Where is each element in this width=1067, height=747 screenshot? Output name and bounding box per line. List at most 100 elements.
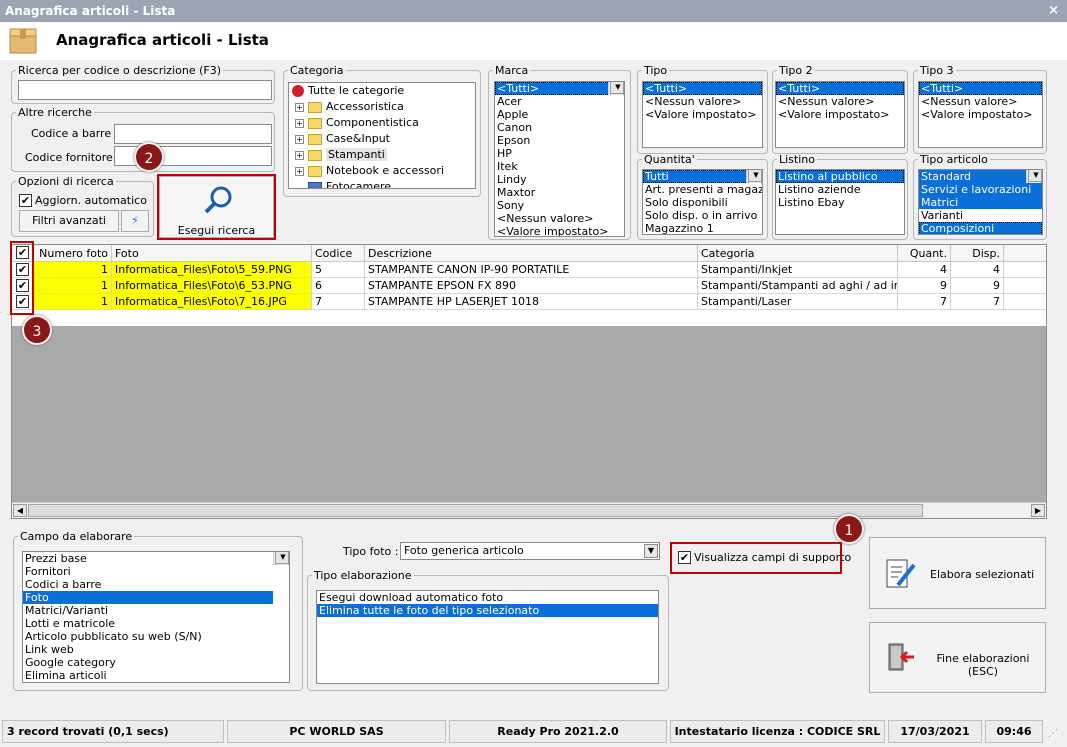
expand-icon[interactable]: + [295, 134, 304, 144]
expand-icon[interactable]: + [295, 150, 304, 160]
expand-icon[interactable]: + [295, 166, 304, 176]
list-item[interactable]: Listino aziende [776, 183, 904, 196]
list-item[interactable]: Acer [495, 95, 624, 108]
list-item[interactable]: <Tutti> [495, 82, 624, 95]
list-item[interactable]: Lindy [495, 173, 624, 186]
tree-item[interactable]: + Accessoristica [289, 99, 475, 115]
table-cell[interactable]: Informatica_Files\Foto\7_16.JPG [112, 294, 312, 310]
list-item[interactable]: <Valore impostato> [919, 108, 1042, 121]
column-header[interactable]: Foto [112, 245, 312, 262]
table-cell[interactable]: 9 [951, 278, 1004, 294]
auto-update-checkbox[interactable]: ✔ [19, 194, 32, 207]
column-header[interactable]: Quant. [898, 245, 951, 262]
articles-grid[interactable]: ✔ Numero foto Foto Codice Descrizione Ca… [11, 244, 1047, 519]
list-item[interactable]: Varianti [919, 209, 1042, 222]
table-cell[interactable]: Stampanti/Laser [698, 294, 898, 310]
list-item[interactable]: Elimina articoli [23, 669, 289, 682]
tipo3-list[interactable]: <Tutti> <Nessun valore> <Valore impostat… [918, 81, 1043, 148]
list-item[interactable]: Elimina tutte le foto del tipo seleziona… [317, 604, 658, 617]
quantity-scrollbar[interactable]: ▲▼ [746, 170, 762, 183]
pricelist-list[interactable]: Listino al pubblico Listino aziende List… [775, 169, 905, 235]
table-cell[interactable]: Stampanti/Inkjet [698, 262, 898, 278]
table-cell[interactable]: 6 [312, 278, 365, 294]
table-cell[interactable]: 1 [34, 262, 112, 278]
list-item[interactable]: Listino al pubblico [776, 170, 904, 183]
field-list[interactable]: Prezzi base Fornitori Codici a barre Fot… [22, 551, 290, 683]
article-type-list[interactable]: Standard Servizi e lavorazioni Matrici V… [918, 169, 1043, 235]
list-item[interactable]: Canon [495, 121, 624, 134]
grid-hscrollbar[interactable]: ◀ ▶ [12, 502, 1046, 518]
list-item[interactable]: Link web [23, 643, 289, 656]
list-item[interactable]: Epson [495, 134, 624, 147]
table-cell[interactable]: 9 [898, 278, 951, 294]
field-scrollbar[interactable]: ▲▼ [273, 552, 289, 565]
list-item[interactable]: Listino Ebay [776, 196, 904, 209]
expand-icon[interactable]: + [295, 102, 304, 112]
list-item[interactable]: Sony [495, 199, 624, 212]
list-item[interactable]: Prezzi base [23, 552, 289, 565]
table-cell[interactable]: 7 [951, 294, 1004, 310]
list-item[interactable]: <Valore impostato> [776, 108, 904, 121]
table-cell[interactable]: 1 [34, 278, 112, 294]
list-item[interactable]: Composizioni [919, 222, 1042, 234]
list-item[interactable]: <Nessun valore> [643, 95, 762, 108]
table-cell[interactable]: 4 [898, 262, 951, 278]
list-item[interactable]: <Nessun valore> [776, 95, 904, 108]
table-cell[interactable]: STAMPANTE HP LASERJET 1018 [365, 294, 698, 310]
list-item[interactable]: Solo disp. o in arrivo [643, 209, 762, 222]
table-cell[interactable]: STAMPANTE CANON IP-90 PORTATILE [365, 262, 698, 278]
table-cell[interactable]: 7 [898, 294, 951, 310]
list-item[interactable]: Fornitori [23, 565, 289, 578]
table-cell[interactable]: 7 [312, 294, 365, 310]
column-header[interactable]: Numero foto [34, 245, 112, 262]
list-item[interactable]: Magazzino 1 [643, 222, 762, 234]
column-header[interactable]: Codice [312, 245, 365, 262]
list-item[interactable]: Matrici [919, 196, 1042, 209]
list-item[interactable]: <Valore impostato> [643, 108, 762, 121]
list-item[interactable]: Articolo pubblicato su web (S/N) [23, 630, 289, 643]
brand-list[interactable]: <Tutti> Acer Apple Canon Epson HP Itek L… [494, 81, 625, 237]
process-selected-button[interactable]: Elabora selezionati [869, 537, 1046, 609]
elab-type-list[interactable]: Esegui download automatico foto Elimina … [316, 590, 659, 684]
list-item[interactable]: <Nessun valore> [495, 212, 624, 225]
list-item[interactable]: Codici a barre [23, 578, 289, 591]
barcode-input[interactable] [114, 124, 272, 144]
list-item[interactable]: Tutti [643, 170, 762, 183]
article-type-scrollbar[interactable]: ▲▼ [1026, 170, 1042, 183]
resize-grip-icon[interactable]: ⋰ [1048, 728, 1062, 742]
tree-item[interactable]: + Componentistica [289, 115, 475, 131]
table-cell[interactable]: Informatica_Files\Foto\6_53.PNG [112, 278, 312, 294]
table-cell[interactable]: STAMPANTE EPSON FX 890 [365, 278, 698, 294]
tipo2-list[interactable]: <Tutti> <Nessun valore> <Valore impostat… [775, 81, 905, 148]
list-item[interactable]: Maxtor [495, 186, 624, 199]
tree-item[interactable]: Tutte le categorie [289, 83, 475, 99]
expand-icon[interactable]: + [295, 118, 304, 128]
column-header[interactable]: Descrizione [365, 245, 698, 262]
advanced-filters-button[interactable]: Filtri avanzati [19, 210, 119, 232]
chevron-down-icon[interactable]: ▼ [644, 544, 658, 558]
list-item[interactable]: <Tutti> [776, 82, 904, 95]
list-item[interactable]: HP [495, 147, 624, 160]
table-cell[interactable]: 4 [951, 262, 1004, 278]
list-item[interactable]: Matrici/Varianti [23, 604, 289, 617]
tree-item[interactable]: + Stampanti [289, 147, 475, 163]
category-tree[interactable]: Tutte le categorie + Accessoristica + Comp… [288, 82, 476, 189]
list-item[interactable]: <Nessun valore> [919, 95, 1042, 108]
column-header[interactable]: Categoria [698, 245, 898, 262]
list-item[interactable]: Foto [23, 591, 273, 604]
tipo-list[interactable]: <Tutti> <Nessun valore> <Valore impostat… [642, 81, 763, 148]
tree-item[interactable]: + Case&Input [289, 131, 475, 147]
list-item[interactable]: Google category [23, 656, 289, 669]
list-item[interactable]: <Tutti> [919, 82, 1042, 95]
list-item[interactable]: Lotti e matricole [23, 617, 289, 630]
list-item[interactable]: Apple [495, 108, 624, 121]
list-item[interactable]: Itek [495, 160, 624, 173]
column-header[interactable]: Disp. [951, 245, 1004, 262]
list-item[interactable]: Esegui download automatico foto [317, 591, 658, 604]
list-item[interactable]: Art. presenti a magazzino [643, 183, 762, 196]
photo-type-select[interactable]: Foto generica articolo ▼ [400, 542, 660, 560]
brand-scrollbar[interactable]: ▲▼ [608, 82, 624, 95]
close-icon[interactable]: × [1048, 3, 1059, 18]
quantity-list[interactable]: Tutti Art. presenti a magazzino Solo dis… [642, 169, 763, 235]
tree-item[interactable]: + Notebook e accessori [289, 163, 475, 179]
